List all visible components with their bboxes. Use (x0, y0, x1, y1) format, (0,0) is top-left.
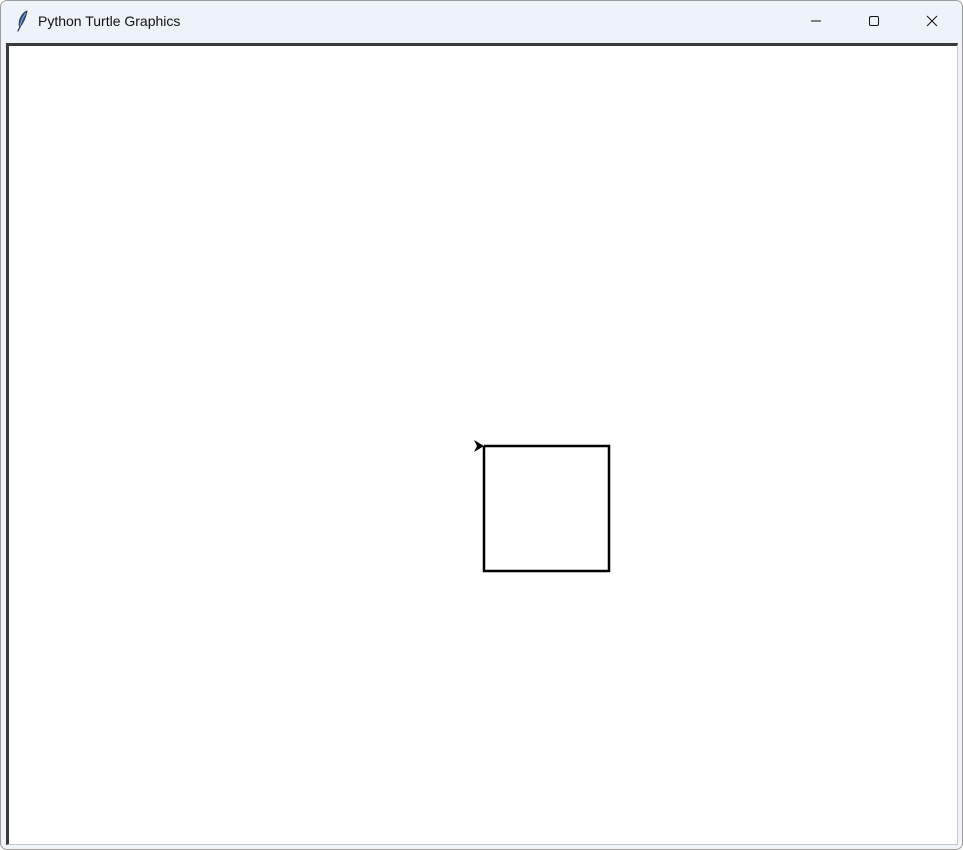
canvas-background (9, 46, 957, 844)
canvas-frame (6, 43, 958, 845)
maximize-icon (868, 15, 880, 27)
feather-icon (14, 10, 32, 32)
close-button[interactable] (909, 1, 955, 41)
close-icon (926, 15, 938, 27)
turtle-window: Python Turtle Graphics (0, 0, 963, 850)
maximize-button[interactable] (851, 1, 897, 41)
turtle-canvas[interactable] (9, 46, 957, 844)
minimize-icon (810, 15, 822, 27)
title-bar[interactable]: Python Turtle Graphics (1, 1, 962, 41)
minimize-button[interactable] (793, 1, 839, 41)
window-title: Python Turtle Graphics (38, 13, 181, 29)
